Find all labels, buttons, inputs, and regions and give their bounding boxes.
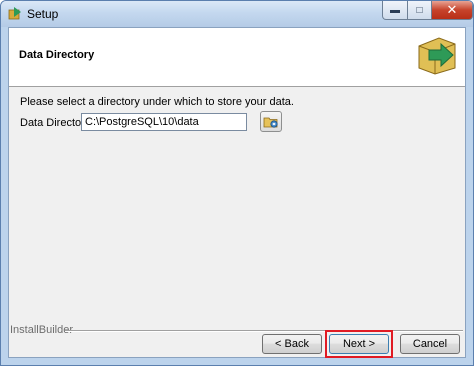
- page-header: Data Directory: [9, 28, 465, 87]
- folder-browse-icon: [263, 117, 278, 128]
- installer-box-icon: [8, 7, 21, 20]
- footer-divider: [65, 330, 463, 332]
- minimize-icon: ▬: [390, 4, 400, 16]
- close-icon: ✕: [446, 2, 458, 17]
- cancel-button[interactable]: Cancel: [400, 334, 460, 354]
- data-directory-input[interactable]: [81, 113, 247, 131]
- back-button[interactable]: < Back: [262, 334, 322, 354]
- next-button-highlight: [325, 330, 393, 358]
- installbuilder-brand: InstallBuilder: [10, 324, 73, 336]
- maximize-icon: □: [416, 4, 423, 16]
- data-directory-label: Data Directory: [20, 117, 91, 129]
- minimize-button[interactable]: ▬: [382, 1, 408, 20]
- maximize-button[interactable]: □: [407, 1, 432, 20]
- window-title: Setup: [27, 7, 59, 21]
- box-arrow-icon: [418, 37, 456, 75]
- close-button[interactable]: ✕: [431, 1, 473, 20]
- page-title: Data Directory: [19, 49, 95, 61]
- instruction-text: Please select a directory under which to…: [20, 96, 294, 108]
- title-bar[interactable]: Setup ▬ □ ✕: [1, 1, 473, 27]
- dialog-client-area: Data Directory Please select a directory…: [8, 27, 466, 358]
- browse-button[interactable]: [260, 111, 282, 132]
- setup-window: Setup ▬ □ ✕ Data Directory Please select…: [0, 0, 474, 366]
